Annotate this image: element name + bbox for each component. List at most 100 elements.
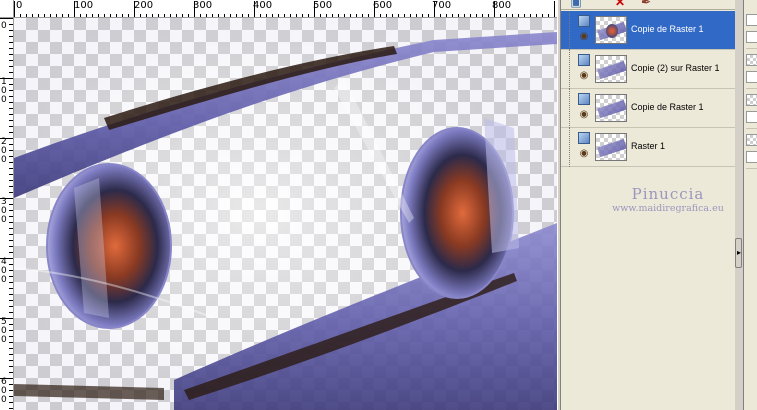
strip-swatch[interactable] <box>746 151 757 163</box>
ruler-tick <box>9 60 13 61</box>
eye-icon[interactable]: ◉ <box>577 110 591 120</box>
raster-layer-icon <box>578 54 590 66</box>
strip-swatch[interactable] <box>746 111 757 123</box>
collapse-handle[interactable]: ▸ <box>735 238 742 268</box>
strip-swatch[interactable] <box>746 71 757 83</box>
watermark: Pinuccia www.maidiregrafica.eu <box>603 186 733 215</box>
strip-swatch[interactable] <box>746 14 757 26</box>
ruler-tick <box>14 1 15 17</box>
ruler-tick <box>9 162 13 163</box>
eye-icon[interactable]: ◉ <box>577 149 591 159</box>
ruler-tick <box>9 330 13 331</box>
strip-cell <box>746 91 757 129</box>
layer-row-copie-de-raster-1-b[interactable]: ◉ Copie de Raster 1 <box>561 89 735 128</box>
ruler-tick <box>9 174 13 175</box>
ruler-tick <box>9 342 13 343</box>
ruler-tick <box>9 144 13 145</box>
ruler-tick <box>9 294 13 295</box>
ruler-tick <box>9 276 13 277</box>
ruler-tick <box>374 1 375 17</box>
ruler-label: 400 <box>253 0 273 11</box>
strip-cell <box>746 11 757 49</box>
ruler-tick <box>9 72 13 73</box>
ruler-tick <box>9 372 13 373</box>
ruler-tick <box>9 336 13 337</box>
ruler-label: 0 <box>1 21 7 31</box>
ruler-tick <box>9 288 13 289</box>
ruler-tick <box>9 30 13 31</box>
strip-swatch[interactable] <box>746 94 757 106</box>
layers-toolbar: ▣ ✕ ✒ <box>561 0 735 10</box>
strip-swatch[interactable] <box>746 134 757 146</box>
ruler-tick <box>9 48 13 49</box>
ruler-label: 0 <box>1 335 7 345</box>
strip-cell <box>746 131 757 169</box>
ruler-label: 0 <box>1 95 7 105</box>
tree-line <box>569 50 570 89</box>
ruler-label: 200 <box>134 0 154 11</box>
ruler-top: 0 100 200 300 400 500 600 700 800 <box>0 0 557 18</box>
ruler-left: 0 1 0 0 2 0 0 3 0 0 4 0 0 5 0 0 6 0 0 <box>0 18 14 410</box>
ruler-tick <box>9 126 13 127</box>
image-canvas[interactable] <box>14 18 557 410</box>
ruler-tick <box>9 408 13 409</box>
tree-line <box>569 128 570 167</box>
ruler-tick <box>9 396 13 397</box>
ruler-label: 0 <box>1 155 7 165</box>
new-layer-icon[interactable]: ▣ <box>569 0 583 8</box>
ruler-tick <box>9 270 13 271</box>
strip-cell <box>746 51 757 89</box>
layer-thumbnail <box>595 133 627 161</box>
ruler-tick <box>0 318 13 319</box>
ruler-tick <box>9 156 13 157</box>
eye-icon[interactable]: ◉ <box>577 32 591 42</box>
raster-layer-icon <box>578 93 590 105</box>
layer-name: Copie de Raster 1 <box>631 24 704 34</box>
ruler-corner <box>0 0 14 18</box>
ruler-tick <box>134 1 135 17</box>
ruler-tick <box>9 228 13 229</box>
layer-row-copie-de-raster-1[interactable]: ◉ Copie de Raster 1 <box>561 11 735 50</box>
ruler-tick <box>9 66 13 67</box>
ruler-tick <box>9 348 13 349</box>
ruler-tick <box>9 240 13 241</box>
ruler-tick <box>9 366 13 367</box>
ruler-tick <box>0 198 13 199</box>
ruler-tick <box>9 234 13 235</box>
ruler-tick <box>9 192 13 193</box>
ruler-tick <box>9 210 13 211</box>
ruler-tick <box>9 120 13 121</box>
ruler-tick <box>9 324 13 325</box>
layer-name: Raster 1 <box>631 141 666 151</box>
strip-swatch[interactable] <box>746 31 757 43</box>
ruler-tick <box>9 132 13 133</box>
left-orb <box>46 163 172 329</box>
ruler-tick <box>9 204 13 205</box>
layer-thumbnail <box>595 55 627 83</box>
eye-icon[interactable]: ◉ <box>577 71 591 81</box>
ruler-tick <box>9 312 13 313</box>
brush-icon[interactable]: ✒ <box>639 0 653 8</box>
layer-row-raster-1[interactable]: ◉ Raster 1 <box>561 128 735 167</box>
ruler-tick <box>554 1 555 17</box>
ruler-tick <box>9 300 13 301</box>
layer-row-copie-2-sur-raster-1[interactable]: ◉ Copie (2) sur Raster 1 <box>561 50 735 89</box>
ruler-tick <box>0 18 13 19</box>
chevron-right-icon: ▸ <box>737 248 742 257</box>
delete-layer-icon[interactable]: ✕ <box>613 0 627 8</box>
ruler-tick <box>9 150 13 151</box>
layer-properties-strip <box>743 0 757 410</box>
ruler-tick <box>9 252 13 253</box>
strip-swatch[interactable] <box>746 54 757 66</box>
ruler-tick <box>254 1 255 17</box>
ruler-tick <box>74 1 75 17</box>
ruler-label: 0 <box>16 0 23 11</box>
tree-line <box>569 89 570 128</box>
watermark-url: www.maidiregrafica.eu <box>612 203 724 214</box>
ruler-tick <box>9 36 13 37</box>
layer-thumbnail <box>595 94 627 122</box>
ruler-tick <box>9 84 13 85</box>
ruler-tick <box>9 186 13 187</box>
layer-thumbnail <box>595 16 627 44</box>
raster-layer-icon <box>578 132 590 144</box>
